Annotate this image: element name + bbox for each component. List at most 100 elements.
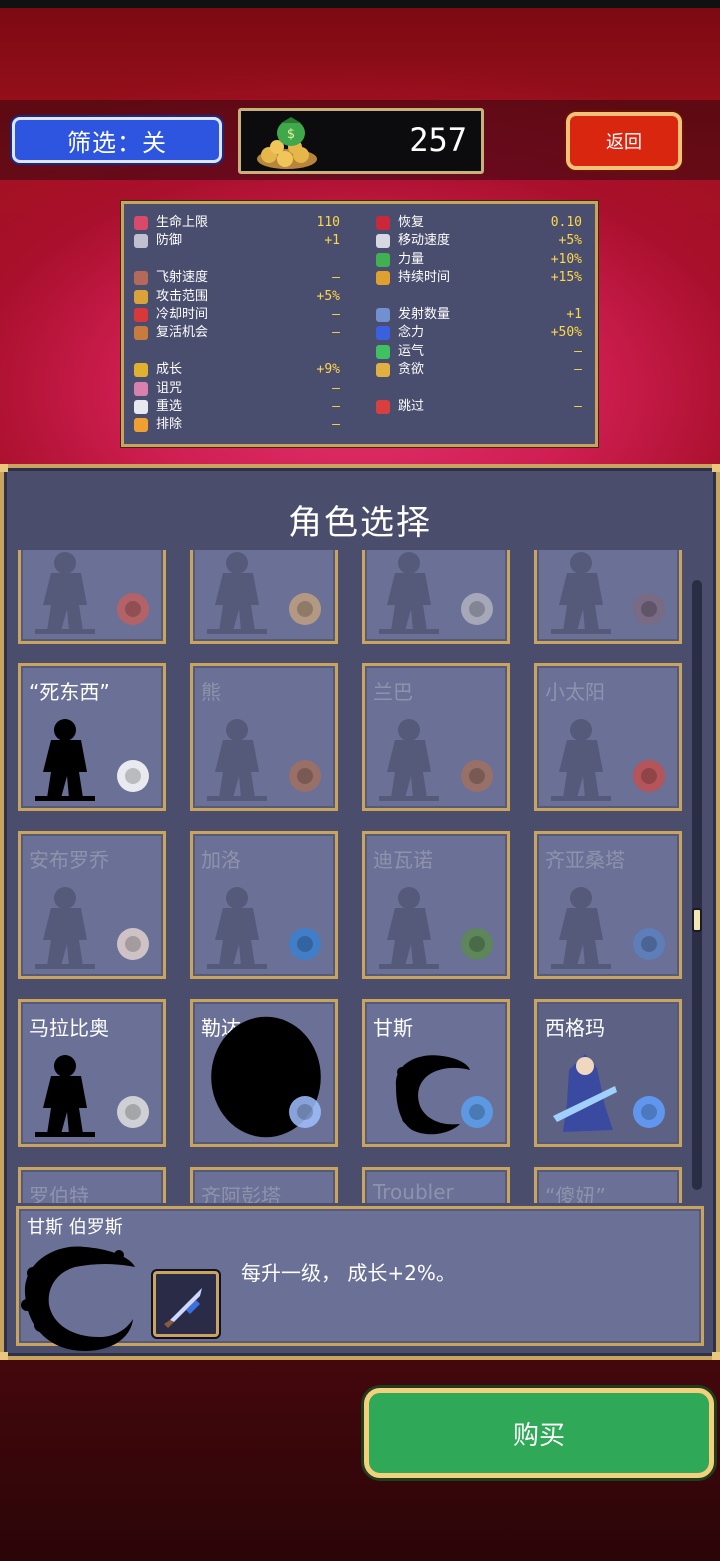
coin-value: 257 <box>409 121 467 159</box>
stat-label: 念力 <box>398 325 425 341</box>
character-card[interactable]: 小太阳 <box>534 663 682 811</box>
stat-value: +50% <box>550 325 582 341</box>
panel-corner <box>712 464 720 472</box>
character-card[interactable]: 兰巴 <box>362 663 510 811</box>
character-card[interactable]: 西格玛 <box>534 999 682 1147</box>
character-name: 罗伯特 <box>29 1184 89 1203</box>
character-name: 熊 <box>201 680 221 704</box>
stat-value: +1 <box>324 233 340 249</box>
character-card[interactable]: 迪瓦诺 <box>362 831 510 979</box>
character-card[interactable]: 齐阿彭塔 <box>190 1167 338 1203</box>
stat-value: – <box>332 417 340 433</box>
character-card[interactable]: 马拉比奥 <box>18 999 166 1147</box>
character-card[interactable]: “死东西” <box>18 663 166 811</box>
stat-label: 飞射速度 <box>156 270 209 286</box>
character-card[interactable] <box>190 550 338 644</box>
character-card[interactable]: “傻妞” <box>534 1167 682 1203</box>
stat-row: 念力 +50% <box>376 324 582 342</box>
stat-label: 贪欲 <box>398 362 425 378</box>
character-card[interactable]: 齐亚桑塔 <box>534 831 682 979</box>
panel-title: 角色选择 <box>288 503 432 543</box>
axe-item-icon <box>117 593 149 625</box>
stat-row: 复活机会 – <box>134 324 340 342</box>
banish-icon <box>134 418 148 433</box>
buy-button[interactable]: 购买 <box>364 1388 714 1478</box>
character-silhouette <box>35 887 95 969</box>
character-silhouette <box>379 719 439 801</box>
growth-icon <box>134 363 148 378</box>
blue-weapon-item-icon <box>289 928 321 960</box>
stat-row: 冷却时间 – <box>134 306 340 324</box>
coin-counter: $ 257 <box>238 108 484 174</box>
stat-value: 110 <box>316 215 340 230</box>
character-name: 加洛 <box>201 848 241 872</box>
stat-label: 跳过 <box>398 399 425 414</box>
stat-label: 成长 <box>156 362 183 378</box>
character-silhouette <box>551 719 611 801</box>
stat-label: 发射数量 <box>398 307 451 322</box>
scrollbar-track[interactable] <box>692 580 702 1190</box>
duration-icon <box>376 271 390 286</box>
character-card[interactable]: 熊 <box>190 663 338 811</box>
stat-label: 诅咒 <box>156 380 183 396</box>
character-name: 迪瓦诺 <box>373 848 433 872</box>
sparkle-item-icon <box>289 1096 321 1128</box>
filter-button[interactable]: 筛选：关 <box>12 117 222 163</box>
character-silhouette <box>207 719 267 801</box>
character-card[interactable] <box>362 550 510 644</box>
panel-corner <box>712 1352 720 1360</box>
amount-icon <box>376 308 390 322</box>
character-card[interactable] <box>18 550 166 644</box>
ice-star-item-icon <box>633 1096 665 1128</box>
character-card[interactable]: 甘斯 <box>362 999 510 1147</box>
stat-label: 排除 <box>156 417 183 433</box>
flower-item-icon <box>633 760 665 792</box>
character-name: “傻妞” <box>545 1184 606 1203</box>
stat-value: – <box>574 343 582 359</box>
stat-value: – <box>574 362 582 378</box>
character-name: 甘斯 <box>373 1016 413 1040</box>
leaf-item-icon <box>461 928 493 960</box>
stat-value: +10% <box>550 251 582 267</box>
luck-icon <box>376 344 390 359</box>
dagger-icon <box>164 1288 202 1328</box>
character-silhouette <box>35 552 95 634</box>
character-card[interactable] <box>534 550 682 644</box>
stat-label: 运气 <box>398 343 425 359</box>
character-card[interactable]: 勒达 <box>190 999 338 1147</box>
stat-value: – <box>332 399 340 414</box>
armor-icon <box>134 234 148 249</box>
coin-bag-icon: $ <box>257 117 317 169</box>
character-grid[interactable]: “死东西” 熊 兰巴 小太阳安布罗乔 加洛 迪瓦诺 齐亚桑塔马拉比奥 勒达 甘斯 西格玛罗伯特 齐阿… <box>10 550 694 1203</box>
greed-icon <box>376 363 390 378</box>
shield-item-icon <box>289 760 321 792</box>
character-card[interactable]: Troubler <box>362 1167 510 1203</box>
curse-icon <box>134 381 148 396</box>
stat-value: – <box>332 325 340 341</box>
reroll-icon <box>134 400 148 414</box>
ring-item-icon <box>633 928 665 960</box>
selected-weapon-slot <box>151 1269 221 1339</box>
character-name: Troubler <box>373 1180 454 1203</box>
stat-label: 攻击范围 <box>156 288 209 304</box>
svg-text:$: $ <box>287 127 295 142</box>
character-silhouette <box>35 719 95 801</box>
scrollbar-thumb[interactable] <box>692 908 702 932</box>
stat-label: 恢复 <box>398 215 425 230</box>
stat-value: – <box>332 307 340 322</box>
stat-row: 飞射速度 – <box>134 269 340 287</box>
character-card[interactable]: 加洛 <box>190 831 338 979</box>
wing-icon <box>376 234 390 249</box>
stat-value: +1 <box>566 307 582 322</box>
area-icon <box>134 289 148 304</box>
selected-character-info: 甘斯 伯罗斯 每升一级， 成长+2%。 <box>16 1206 704 1351</box>
character-name: 小太阳 <box>545 680 605 704</box>
character-silhouette <box>379 552 439 634</box>
status-bar <box>0 0 720 8</box>
character-card[interactable]: 罗伯特 <box>18 1167 166 1203</box>
selected-character-silhouette <box>21 1246 135 1351</box>
tree-item-icon <box>633 593 665 625</box>
back-button[interactable]: 返回 <box>566 112 682 170</box>
stat-label: 重选 <box>156 399 183 414</box>
character-card[interactable]: 安布罗乔 <box>18 831 166 979</box>
